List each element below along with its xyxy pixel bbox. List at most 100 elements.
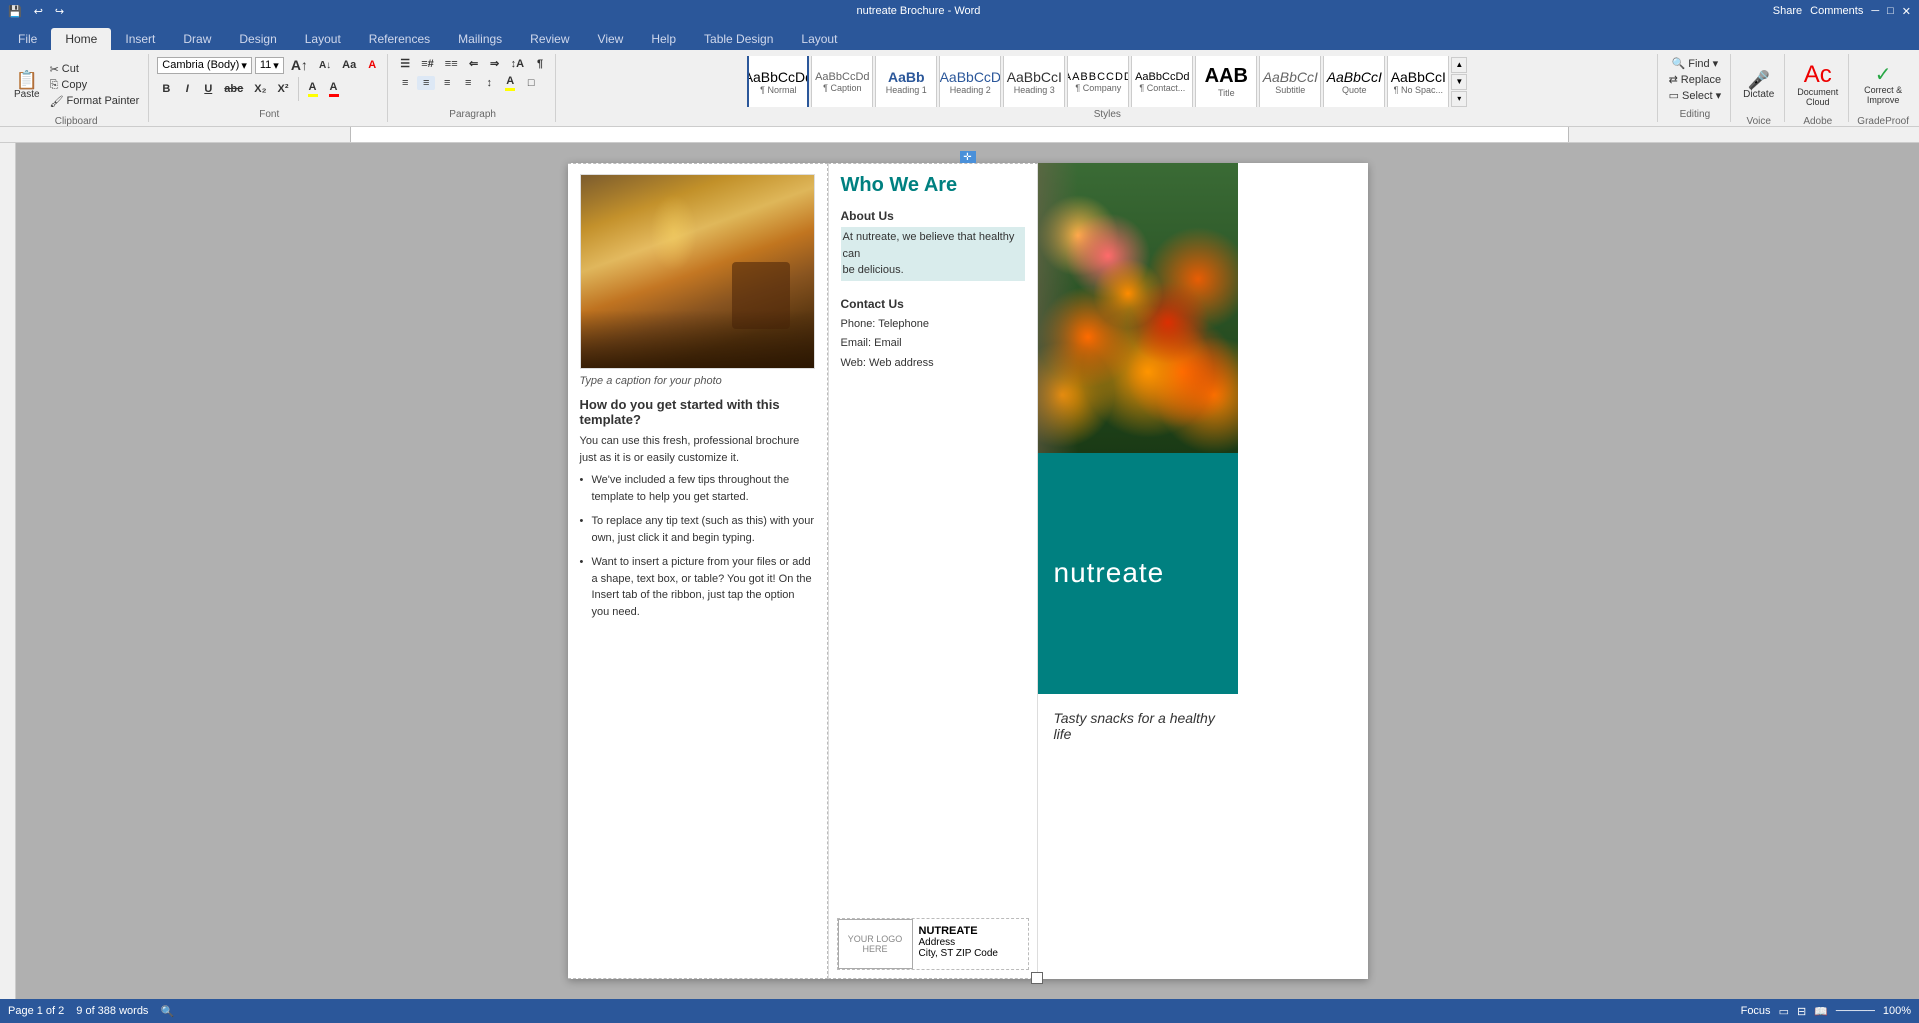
text-highlight-button[interactable]: A <box>304 80 322 98</box>
bold-button[interactable]: B <box>157 82 175 96</box>
style-nospace[interactable]: AaBbCcI ¶ No Spac... <box>1387 56 1449 107</box>
clear-formatting-button[interactable]: A <box>363 58 381 72</box>
borders-button[interactable]: □ <box>522 76 540 90</box>
tab-file[interactable]: File <box>4 28 51 50</box>
style-subtitle[interactable]: AaBbCcI Subtitle <box>1259 56 1321 107</box>
show-marks-button[interactable]: ¶ <box>531 57 549 71</box>
tab-layout2[interactable]: Layout <box>787 28 851 50</box>
about-text[interactable]: At nutreate, we believe that healthy can… <box>841 227 1025 281</box>
multilevel-button[interactable]: ≡≡ <box>441 57 462 71</box>
tab-mailings[interactable]: Mailings <box>444 28 516 50</box>
tab-tabledesign[interactable]: Table Design <box>690 28 787 50</box>
select-dropdown-icon[interactable]: ▾ <box>1716 89 1722 102</box>
decrease-indent-button[interactable]: ⇐ <box>465 56 483 71</box>
style-title[interactable]: AAB Title <box>1195 56 1257 107</box>
document-scroll[interactable]: ✛ Type a caption for your photo <box>16 143 1919 999</box>
bullet-item-2[interactable]: To replace any tip text (such as this) w… <box>580 513 815 546</box>
who-we-are-title[interactable]: Who We Are <box>841 174 1025 197</box>
style-normal[interactable]: AaBbCcDd ¶ Normal <box>747 56 809 107</box>
quick-access-redo[interactable]: ↪ <box>55 5 64 18</box>
quick-access-save[interactable]: 💾 <box>8 5 22 18</box>
photo-kitchen[interactable] <box>580 174 815 369</box>
style-quote[interactable]: AaBbCcI Quote <box>1323 56 1385 107</box>
close-button[interactable]: ✕ <box>1902 5 1911 18</box>
photo-flowers[interactable] <box>1038 163 1238 453</box>
dictate-button[interactable]: 🎤 Dictate <box>1739 56 1778 114</box>
justify-button[interactable]: ≡ <box>459 76 477 90</box>
subscript-button[interactable]: X₂ <box>250 82 270 96</box>
minimize-button[interactable]: ─ <box>1871 5 1879 18</box>
bullets-button[interactable]: ☰ <box>396 56 414 71</box>
tab-draw[interactable]: Draw <box>169 28 225 50</box>
line-spacing-button[interactable]: ↕ <box>480 76 498 90</box>
page-info[interactable]: Page 1 of 2 <box>8 1005 64 1017</box>
tab-design[interactable]: Design <box>225 28 290 50</box>
tab-help[interactable]: Help <box>637 28 690 50</box>
tab-insert[interactable]: Insert <box>111 28 169 50</box>
tab-view[interactable]: View <box>584 28 638 50</box>
replace-button[interactable]: ⇄ Replace <box>1666 72 1725 87</box>
bullet-item-3[interactable]: Want to insert a picture from your files… <box>580 554 815 620</box>
logo-placeholder[interactable]: YOUR LOGO HERE <box>838 919 913 969</box>
sort-button[interactable]: ↕A <box>507 57 528 71</box>
cut-button[interactable]: ✂ Cut <box>47 62 143 77</box>
maximize-button[interactable]: □ <box>1887 5 1894 18</box>
quick-access-undo[interactable]: ↩ <box>34 5 43 18</box>
view-read-mode[interactable]: 📖 <box>1814 1005 1828 1018</box>
style-heading3[interactable]: AaBbCcI Heading 3 <box>1003 56 1065 107</box>
zoom-slider[interactable]: ───── <box>1836 1005 1875 1017</box>
shading-button[interactable]: A <box>501 74 519 92</box>
tab-references[interactable]: References <box>355 28 444 50</box>
find-dropdown-icon[interactable]: ▾ <box>1713 57 1719 70</box>
copy-button[interactable]: ⎘ Copy <box>47 78 143 93</box>
style-contact[interactable]: AaBbCcDd ¶ Contact... <box>1131 56 1193 107</box>
view-print-layout[interactable]: ▭ <box>1779 1005 1789 1018</box>
style-company[interactable]: AABBCCDD ¶ Company <box>1067 56 1129 107</box>
col1-heading[interactable]: How do you get started with this templat… <box>580 397 815 427</box>
italic-button[interactable]: I <box>178 82 196 96</box>
numbering-button[interactable]: ≡# <box>417 57 438 71</box>
share-button[interactable]: Share <box>1773 5 1802 18</box>
superscript-button[interactable]: X² <box>274 82 293 96</box>
font-grow-button[interactable]: A↑ <box>287 56 312 74</box>
font-shrink-button[interactable]: A↓ <box>315 59 335 72</box>
about-heading[interactable]: About Us <box>841 209 1025 223</box>
table-move-handle[interactable]: ✛ <box>960 151 976 163</box>
contact-info[interactable]: Phone: Telephone Email: Email Web: Web a… <box>841 315 1025 374</box>
strikethrough-button[interactable]: abc <box>220 82 247 96</box>
adobe-cloud-button[interactable]: Ac DocumentCloud <box>1793 56 1842 114</box>
view-web-layout[interactable]: ⊟ <box>1797 1005 1806 1018</box>
word-count[interactable]: 9 of 388 words <box>76 1005 148 1017</box>
styles-scroll-down[interactable]: ▼ <box>1451 74 1467 90</box>
select-button[interactable]: ▭ Select ▾ <box>1666 88 1725 103</box>
bullet-item-1[interactable]: We've included a few tips throughout the… <box>580 472 815 505</box>
style-caption[interactable]: AaBbCcDd ¶ Caption <box>811 56 873 107</box>
align-center-button[interactable]: ≡ <box>417 76 435 90</box>
style-heading1[interactable]: AaBb Heading 1 <box>875 56 937 107</box>
comments-button[interactable]: Comments <box>1810 5 1863 18</box>
contact-heading[interactable]: Contact Us <box>841 297 1025 311</box>
focus-button[interactable]: Focus <box>1741 1005 1771 1017</box>
increase-indent-button[interactable]: ⇒ <box>486 56 504 71</box>
styles-scroll-up[interactable]: ▲ <box>1451 57 1467 73</box>
paste-button[interactable]: 📋 Paste <box>10 56 44 114</box>
font-color-button[interactable]: A <box>325 80 343 98</box>
find-button[interactable]: 🔍 Find ▾ <box>1669 56 1722 71</box>
tab-home[interactable]: Home <box>51 28 111 50</box>
font-family-selector[interactable]: Cambria (Body) ▾ <box>157 57 252 74</box>
tagline-text[interactable]: Tasty snacks for a healthy life <box>1054 710 1222 742</box>
font-size-dropdown-icon[interactable]: ▾ <box>273 59 279 72</box>
col1-body[interactable]: You can use this fresh, professional bro… <box>580 433 815 466</box>
tab-layout[interactable]: Layout <box>291 28 355 50</box>
underline-button[interactable]: U <box>199 82 217 96</box>
brand-name[interactable]: nutreate <box>1054 557 1165 589</box>
font-size-selector[interactable]: 11 ▾ <box>255 57 284 74</box>
zoom-level[interactable]: 100% <box>1883 1005 1911 1017</box>
change-case-button[interactable]: Aa <box>338 58 360 72</box>
font-family-dropdown-icon[interactable]: ▾ <box>241 59 247 72</box>
align-right-button[interactable]: ≡ <box>438 76 456 90</box>
tab-review[interactable]: Review <box>516 28 583 50</box>
style-heading2[interactable]: AaBbCcD Heading 2 <box>939 56 1001 107</box>
correct-improve-button[interactable]: ✓ Correct &Improve <box>1860 56 1906 114</box>
styles-expand[interactable]: ▾ <box>1451 91 1467 107</box>
